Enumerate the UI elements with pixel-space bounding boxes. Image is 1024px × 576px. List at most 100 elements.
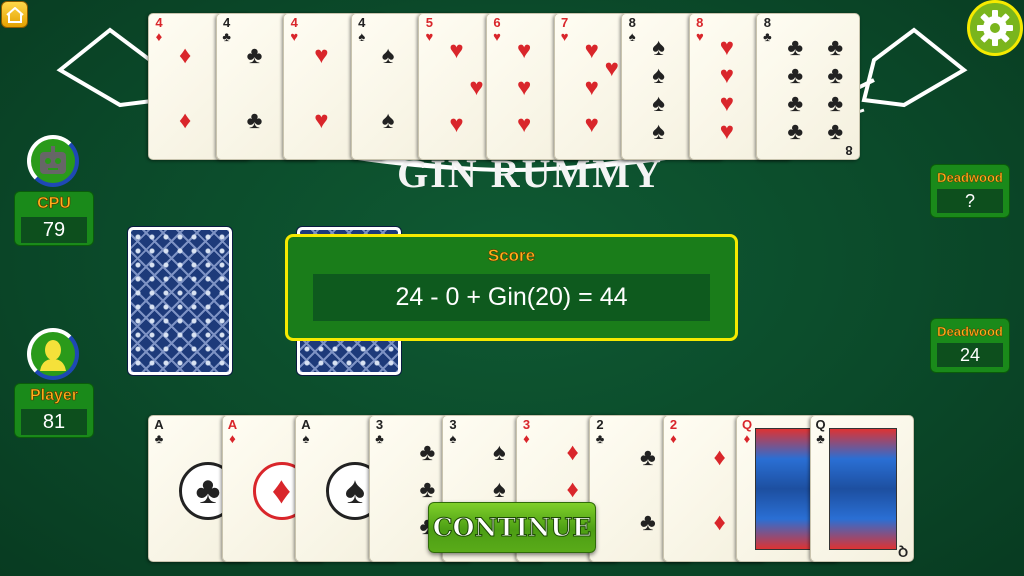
card-suit: ♠	[302, 431, 310, 446]
suit-pip: ♥	[517, 74, 532, 101]
suit-pip: ♣	[787, 62, 804, 89]
suit-pip: ♠	[493, 439, 506, 466]
queen-portrait	[828, 428, 897, 550]
suit-pip: ♥	[719, 62, 735, 89]
card-rank: 6	[493, 15, 501, 30]
card-suit: ♠	[628, 29, 636, 44]
suit-pip: ♥	[584, 111, 599, 138]
card-suit: ♥	[695, 29, 704, 44]
suit-pip: ♥	[719, 118, 735, 145]
card-rank: A	[154, 417, 164, 432]
suit-pip: ♣	[246, 42, 263, 69]
card-suit: ♥	[425, 29, 434, 44]
player-deadwood-panel: Deadwood 24	[930, 318, 1010, 373]
card-suit: ♣	[154, 431, 164, 446]
suit-pip: ♦	[566, 439, 579, 466]
card-rank-bottom: Q	[897, 545, 908, 560]
suit-pip: ♦	[566, 476, 579, 503]
suit-pip: ♣	[787, 34, 804, 61]
card-rank: Q	[815, 417, 826, 432]
robot-icon	[40, 146, 66, 174]
suit-pip: ♥	[604, 55, 619, 82]
cpu-deadwood-label: Deadwood	[937, 170, 1003, 185]
score-title: Score	[487, 246, 536, 266]
card-suit: ♦	[155, 29, 163, 44]
card-rank-bottom: 8	[845, 143, 854, 158]
player-avatar	[27, 328, 79, 380]
cpu-deadwood-value: ?	[937, 189, 1003, 213]
suit-pip: ♦	[713, 509, 726, 536]
card-8-♣[interactable]: 8 ♣ 8 ♣ ♣ ♣ ♣ ♣ ♣ ♣ ♣	[756, 13, 861, 160]
card-rank: 3	[522, 417, 531, 432]
suit-pip: ♥	[314, 107, 329, 134]
suit-pip: ♥	[719, 34, 735, 61]
card-rank: 2	[596, 417, 604, 432]
suit-pip: ♠	[381, 42, 395, 69]
home-icon	[5, 6, 24, 23]
suit-pip: ♣	[419, 439, 436, 466]
home-button[interactable]	[1, 1, 28, 28]
cpu-deadwood-panel: Deadwood ?	[930, 164, 1010, 218]
card-rank: A	[301, 417, 311, 432]
suit-pip: ♥	[719, 90, 735, 117]
player-deadwood-value: 24	[937, 343, 1003, 367]
card-suit: ♣	[222, 29, 231, 44]
suit-pip: ♣	[787, 118, 804, 145]
card-suit: ♣	[763, 29, 772, 44]
suit-pip: ♠	[493, 476, 506, 503]
card-rank: 3	[449, 417, 457, 432]
suit-pip: ♣	[827, 118, 844, 145]
player-score-panel: Player 81	[14, 383, 94, 438]
suit-pip: ♠	[652, 118, 665, 145]
suit-pip: ♠	[381, 107, 395, 134]
card-rank: 5	[425, 15, 433, 30]
player-label: Player	[29, 387, 79, 405]
score-equation: 24 - 0 + Gin(20) = 44	[313, 274, 710, 321]
score-dialog: Score 24 - 0 + Gin(20) = 44	[285, 234, 738, 341]
card-rank: 4	[222, 15, 231, 30]
suit-pip: ♠	[652, 62, 665, 89]
card-rank: Q	[741, 417, 753, 432]
card-suit: ♥	[560, 29, 569, 44]
suit-pip: ♣	[827, 34, 844, 61]
suit-pip: ♥	[584, 74, 599, 101]
suit-pip: ♦	[713, 444, 726, 471]
suit-pip: ♠	[652, 34, 665, 61]
suit-pip: ♣	[787, 90, 804, 117]
card-suit: ♠	[449, 431, 457, 446]
card-suit: ♥	[493, 29, 501, 44]
card-suit: ♦	[743, 431, 751, 446]
suit-pip: ♦	[179, 107, 192, 134]
card-suit: ♦	[670, 431, 677, 446]
player-score: 81	[21, 409, 87, 435]
card-suit: ♠	[358, 29, 366, 44]
suit-pip: ♣	[640, 444, 656, 471]
suit-pip: ♥	[584, 37, 599, 64]
gear-icon	[977, 10, 1013, 46]
card-suit: ♣	[595, 431, 605, 446]
suit-pip: ♥	[517, 37, 532, 64]
person-icon	[40, 340, 66, 371]
cpu-avatar	[27, 135, 79, 187]
settings-button[interactable]	[967, 0, 1023, 56]
card-rank: 4	[358, 15, 366, 30]
card-rank: A	[227, 417, 238, 432]
suit-pip: ♣	[827, 90, 844, 117]
card-rank: 4	[155, 15, 163, 30]
card-rank: 8	[628, 15, 636, 30]
card-rank: 4	[290, 15, 298, 30]
suit-pip: ♣	[640, 509, 656, 536]
continue-button[interactable]: CONTINUE	[428, 502, 596, 553]
cpu-score-panel: CPU 79	[14, 191, 94, 246]
suit-pip: ♥	[469, 74, 484, 101]
card-rank: 8	[696, 15, 704, 30]
card-suit: ♣	[816, 431, 825, 446]
cpu-score: 79	[21, 217, 87, 243]
suit-pip: ♠	[652, 90, 665, 117]
card-Q-♣[interactable]: Q ♣ Q	[809, 415, 914, 562]
suit-pip: ♥	[314, 42, 329, 69]
card-rank: 7	[560, 15, 569, 30]
suit-pip: ♥	[449, 37, 464, 64]
stock-pile[interactable]	[128, 227, 232, 375]
card-suit: ♦	[229, 431, 236, 446]
